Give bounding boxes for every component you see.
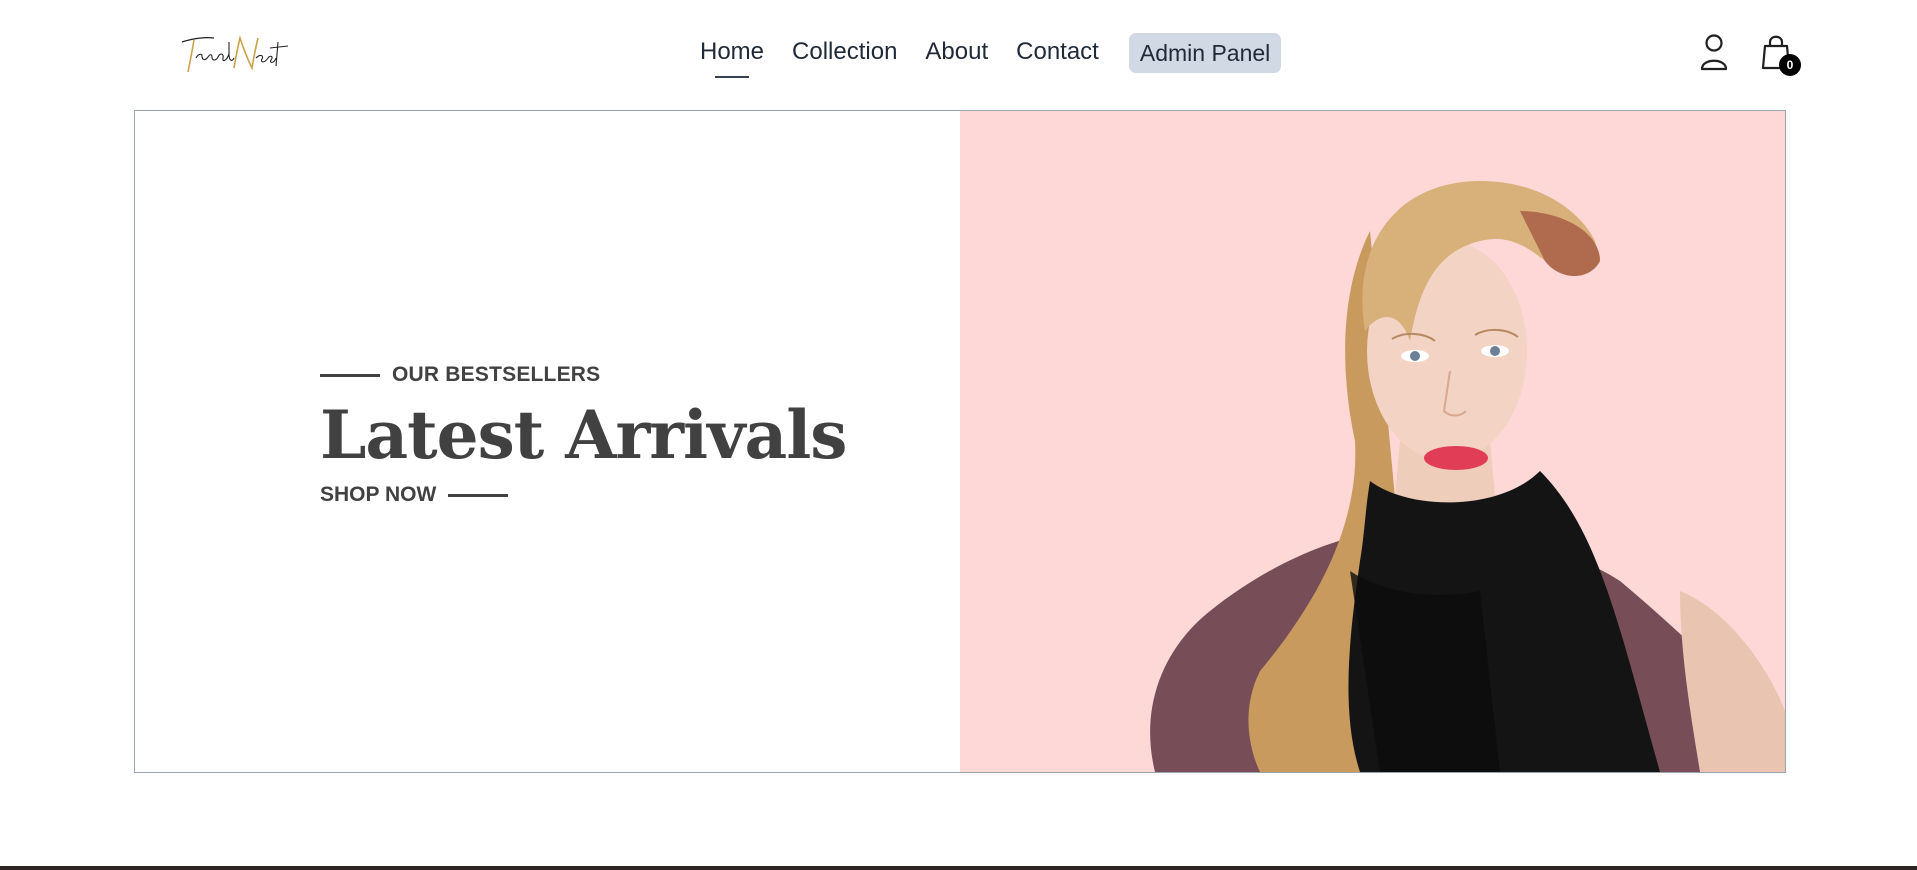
logo-script-icon — [181, 35, 289, 73]
nav-link-label: Home — [700, 38, 765, 65]
hero-text-block: OUR BESTSELLERS Latest Arrivals SHOP NOW — [320, 363, 847, 507]
footer-divider — [0, 866, 1917, 870]
model-photo-illustration — [1150, 181, 1785, 772]
shop-now-label: SHOP NOW — [320, 483, 437, 506]
nav-link-home[interactable]: Home — [700, 30, 764, 80]
cart-button[interactable]: 0 — [1759, 32, 1801, 76]
hero-headline: Latest Arrivals — [320, 396, 847, 474]
header-icons: 0 — [1669, 32, 1801, 76]
eyebrow-text: OUR BESTSELLERS — [392, 363, 601, 386]
nav-link-contact[interactable]: Contact — [1016, 30, 1099, 80]
hero-image — [960, 111, 1785, 772]
nav-link-label: Collection — [792, 38, 898, 65]
nav-link-collection[interactable]: Collection — [792, 30, 897, 80]
nav-link-label: Contact — [1016, 38, 1099, 65]
main-nav: Home Collection About Contact Admin Pane… — [700, 30, 1282, 80]
user-icon — [1700, 34, 1728, 71]
active-underline — [715, 76, 750, 78]
shop-now-link[interactable]: SHOP NOW — [320, 483, 846, 507]
admin-panel-button[interactable]: Admin Panel — [1128, 33, 1282, 73]
profile-button[interactable] — [1697, 32, 1731, 72]
navbar: Home Collection About Contact Admin Pane… — [0, 0, 1917, 110]
hero-eyebrow: OUR BESTSELLERS — [320, 363, 846, 387]
cart-count-badge: 0 — [1779, 54, 1801, 76]
eyebrow-line — [320, 373, 380, 377]
nav-link-label: About — [925, 38, 989, 65]
cta-line — [448, 493, 509, 497]
hero-banner: OUR BESTSELLERS Latest Arrivals SHOP NOW — [134, 110, 1786, 773]
hero-text-panel: OUR BESTSELLERS Latest Arrivals SHOP NOW — [135, 111, 960, 772]
nav-link-about[interactable]: About — [925, 30, 988, 80]
brand-logo[interactable] — [176, 28, 289, 84]
